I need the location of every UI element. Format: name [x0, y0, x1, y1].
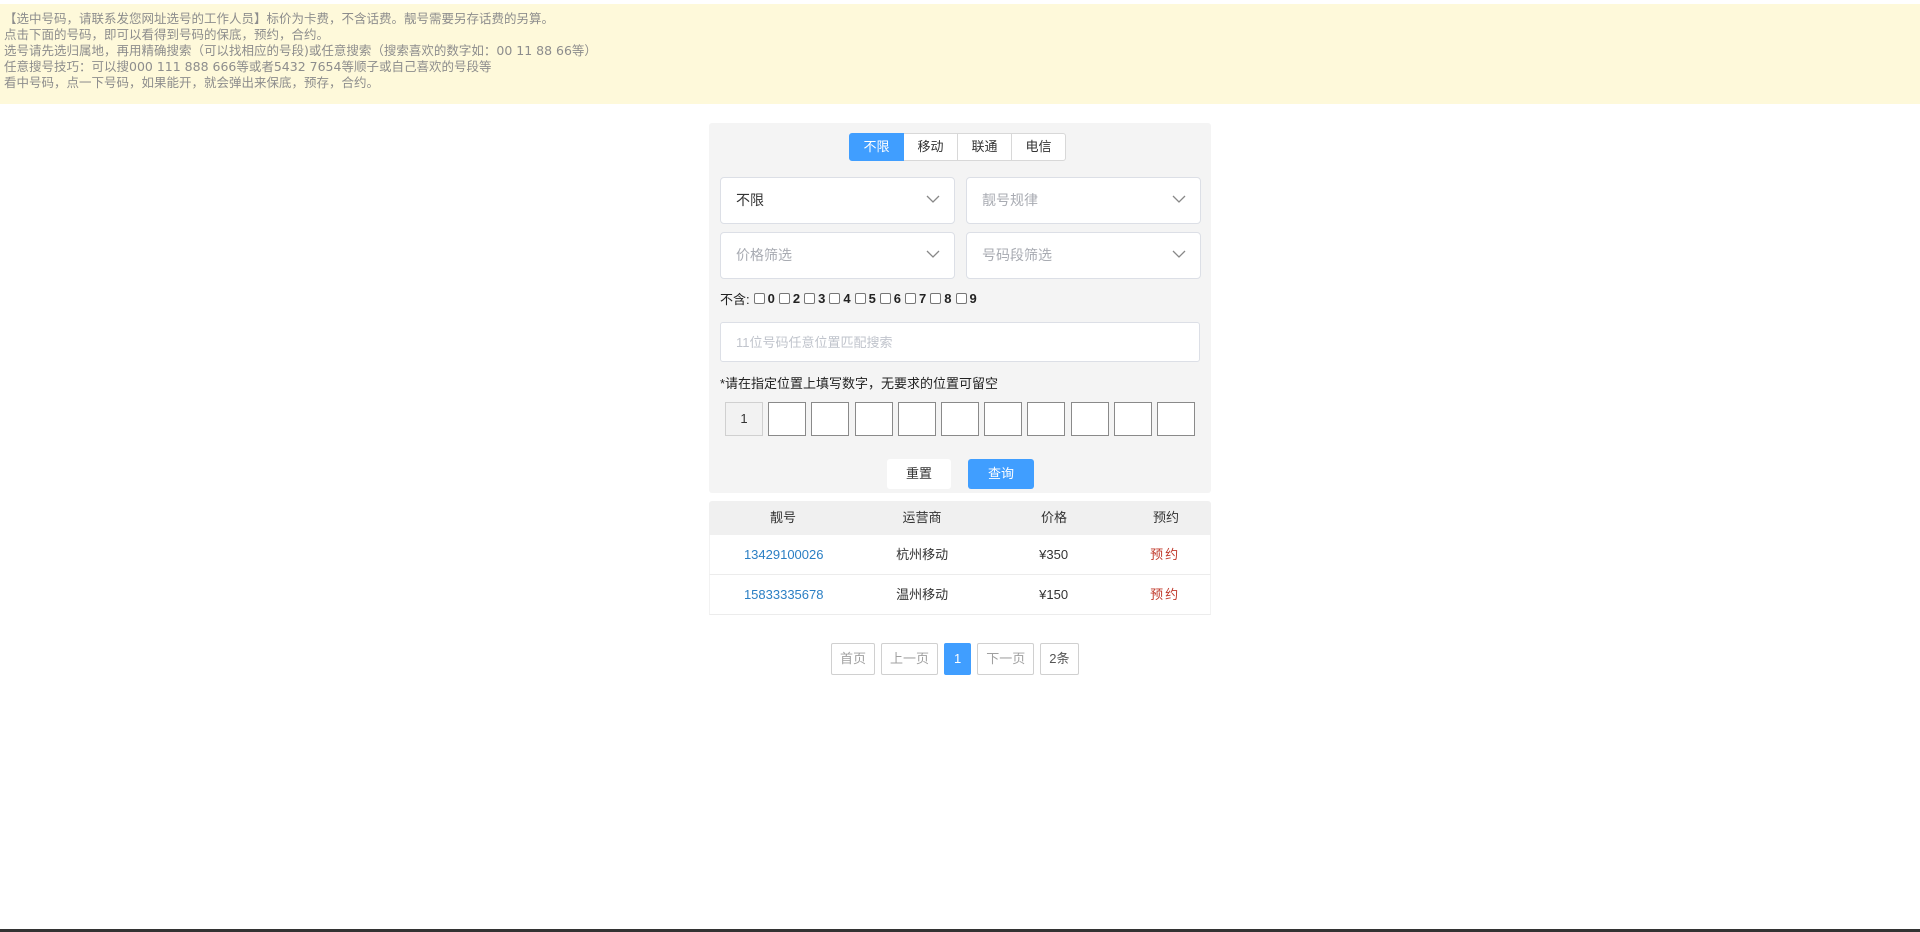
exclude-checkbox-5[interactable]: [854, 292, 866, 304]
exclude-digit-label: 7: [919, 290, 927, 306]
exclude-digit-label: 3: [818, 290, 826, 306]
price-cell: ¥150: [1039, 587, 1069, 602]
exclude-digit-label: 4: [843, 290, 851, 306]
prev-page-button[interactable]: 上一页: [881, 643, 939, 675]
digit-input[interactable]: [1113, 402, 1152, 436]
search-panel: 不限 移动 联通 电信 不限 靓号规律 价格筛选 号码段筛选 不含: 0 2 3…: [709, 123, 1211, 493]
pattern-select[interactable]: 靓号规律: [966, 177, 1201, 224]
exclude-checkbox-0[interactable]: [753, 292, 765, 304]
exclude-digit-label: 9: [969, 290, 977, 306]
number-table: 靓号 运营商 价格 预约 13429100026 杭州移动 ¥350 预约 15…: [709, 501, 1211, 615]
current-page-button[interactable]: 1: [944, 643, 972, 675]
price-select-placeholder: 价格筛选: [736, 247, 792, 263]
notice-line: 选号请先选归属地，再用精确搜索（可以找相应的号段)或任意搜索（搜索喜欢的数字如：…: [4, 43, 597, 58]
price-select[interactable]: 价格筛选: [720, 232, 955, 279]
table-row: 13429100026 杭州移动 ¥350 预约: [709, 535, 1211, 575]
chevron-down-icon: [926, 250, 940, 258]
region-select[interactable]: 不限: [720, 177, 955, 224]
notice-line: 点击下面的号码，即可以看得到号码的保底，预约，合约。: [4, 27, 330, 42]
segment-select-placeholder: 号码段筛选: [982, 247, 1052, 263]
tab-mobile[interactable]: 移动: [903, 133, 958, 161]
segment-select[interactable]: 号码段筛选: [966, 232, 1201, 279]
exclude-checkbox-2[interactable]: [778, 292, 790, 304]
pagination: 首页 上一页 1 下一页 2条: [831, 643, 1085, 675]
chevron-down-icon: [1172, 250, 1186, 258]
digit-input[interactable]: [984, 402, 1023, 436]
exclude-checkbox-7[interactable]: [905, 292, 917, 304]
exclude-digit-label: 0: [767, 290, 775, 306]
digit-input[interactable]: [897, 402, 936, 436]
chevron-down-icon: [926, 195, 940, 203]
exclude-digit-label: 2: [792, 290, 801, 306]
table-header: 靓号 运营商 价格 预约: [709, 501, 1211, 535]
digit-input[interactable]: [1070, 402, 1109, 436]
digit-input[interactable]: [940, 402, 979, 436]
position-hint: *请在指定位置上填写数字，无要求的位置可留空: [720, 376, 999, 391]
exclude-digit-label: 6: [893, 290, 902, 306]
column-header: 预约: [1152, 510, 1179, 525]
digit-input[interactable]: [854, 402, 893, 436]
number-link[interactable]: 15833335678: [744, 587, 824, 602]
digit-fixed-1: 1: [725, 402, 763, 436]
position-digit-inputs: 1: [725, 402, 1200, 436]
exclude-digits: 不含: 0 2 3 4 5 6 7 8 9: [720, 289, 977, 307]
exclude-digit-label: 5: [868, 290, 876, 306]
tab-unicom[interactable]: 联通: [957, 133, 1012, 161]
column-header: 靓号: [769, 510, 796, 525]
notice-line: 任意搜号技巧：可以搜000 111 888 666等或者5432 7654等顺子…: [4, 59, 492, 74]
exclude-checkbox-8[interactable]: [930, 292, 942, 304]
notice-line: 【选中号码，请联系发您网址选号的工作人员】标价为卡费，不含话费。靓号需要另存话费…: [4, 11, 555, 26]
tab-all[interactable]: 不限: [849, 133, 904, 161]
number-link[interactable]: 13429100026: [744, 547, 824, 562]
pattern-select-placeholder: 靓号规律: [982, 192, 1038, 208]
exclude-digit-label: 8: [944, 290, 952, 306]
tab-telecom[interactable]: 电信: [1011, 133, 1066, 161]
exclude-checkbox-9[interactable]: [955, 292, 967, 304]
exclude-label: 不含:: [720, 291, 750, 307]
carrier-tabs: 不限 移动 联通 电信: [849, 133, 1066, 161]
digit-input[interactable]: [1027, 402, 1066, 436]
region-select-value: 不限: [736, 192, 764, 208]
column-header: 价格: [1040, 510, 1067, 525]
number-cell: 13429100026: [710, 535, 857, 574]
reset-button[interactable]: 重置: [887, 459, 951, 489]
carrier-cell: 杭州移动: [896, 547, 949, 562]
reserve-link[interactable]: 预约: [1120, 575, 1210, 614]
notice-line: 看中号码，点一下号码，如果能开，就会弹出来保底，预存，合约。: [4, 75, 380, 90]
exclude-checkbox-4[interactable]: [829, 292, 841, 304]
reserve-link[interactable]: 预约: [1120, 535, 1210, 574]
digit-input[interactable]: [768, 402, 807, 436]
digit-input[interactable]: [1156, 402, 1195, 436]
total-count: 2条: [1040, 643, 1079, 675]
number-cell: 15833335678: [710, 575, 857, 614]
notice-banner: 【选中号码，请联系发您网址选号的工作人员】标价为卡费，不含话费。靓号需要另存话费…: [0, 4, 1920, 104]
query-button[interactable]: 查询: [968, 459, 1034, 489]
chevron-down-icon: [1172, 195, 1186, 203]
table-row: 15833335678 温州移动 ¥150 预约: [709, 575, 1211, 615]
digit-input[interactable]: [811, 402, 850, 436]
price-cell: ¥350: [1039, 547, 1069, 562]
column-header: 运营商: [902, 510, 942, 525]
first-page-button[interactable]: 首页: [831, 643, 876, 675]
exclude-checkbox-6[interactable]: [879, 292, 891, 304]
carrier-cell: 温州移动: [896, 587, 949, 602]
next-page-button[interactable]: 下一页: [977, 643, 1035, 675]
search-input[interactable]: [720, 322, 1200, 362]
exclude-checkbox-3[interactable]: [804, 292, 816, 304]
